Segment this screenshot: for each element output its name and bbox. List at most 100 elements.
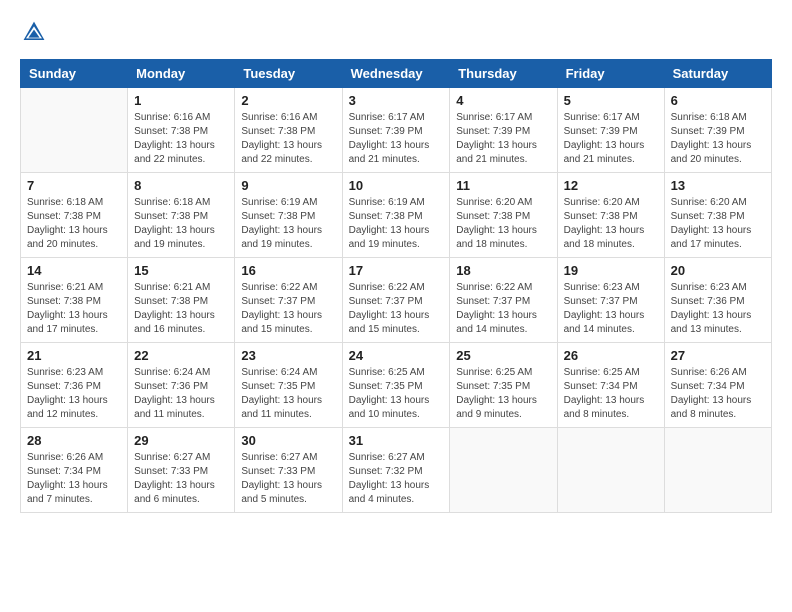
day-info: Sunrise: 6:20 AMSunset: 7:38 PMDaylight:… <box>564 196 658 252</box>
calendar-cell: 17 Sunrise: 6:22 AMSunset: 7:37 PMDayligh… <box>342 258 450 343</box>
day-number: 8 <box>134 178 228 193</box>
calendar-cell: 8 Sunrise: 6:18 AMSunset: 7:38 PMDaylight… <box>128 173 235 258</box>
day-number: 12 <box>564 178 658 193</box>
calendar-cell: 6 Sunrise: 6:18 AMSunset: 7:39 PMDaylight… <box>664 88 771 173</box>
day-info: Sunrise: 6:23 AMSunset: 7:36 PMDaylight:… <box>27 366 121 422</box>
day-number: 29 <box>134 433 228 448</box>
day-number: 14 <box>27 263 121 278</box>
day-number: 3 <box>349 93 444 108</box>
day-info: Sunrise: 6:27 AMSunset: 7:32 PMDaylight:… <box>349 451 444 507</box>
page-header <box>20 20 772 49</box>
calendar-header-saturday: Saturday <box>664 60 771 88</box>
day-info: Sunrise: 6:17 AMSunset: 7:39 PMDaylight:… <box>564 111 658 167</box>
calendar-cell: 24 Sunrise: 6:25 AMSunset: 7:35 PMDayligh… <box>342 343 450 428</box>
day-info: Sunrise: 6:18 AMSunset: 7:39 PMDaylight:… <box>671 111 765 167</box>
calendar-cell: 14 Sunrise: 6:21 AMSunset: 7:38 PMDayligh… <box>21 258 128 343</box>
day-number: 31 <box>349 433 444 448</box>
day-info: Sunrise: 6:26 AMSunset: 7:34 PMDaylight:… <box>27 451 121 507</box>
day-number: 13 <box>671 178 765 193</box>
calendar-table: SundayMondayTuesdayWednesdayThursdayFrid… <box>20 59 772 513</box>
calendar-cell: 18 Sunrise: 6:22 AMSunset: 7:37 PMDayligh… <box>450 258 557 343</box>
calendar-cell: 21Sunrise: 6:23 AMSunset: 7:36 PMDayligh… <box>21 343 128 428</box>
day-number: 15 <box>134 263 228 278</box>
day-number: 19 <box>564 263 658 278</box>
day-info: Sunrise: 6:23 AMSunset: 7:36 PMDaylight:… <box>671 281 765 337</box>
day-number: 18 <box>456 263 550 278</box>
calendar-cell: 4Sunrise: 6:17 AMSunset: 7:39 PMDaylight… <box>450 88 557 173</box>
day-number: 5 <box>564 93 658 108</box>
day-info: Sunrise: 6:25 AMSunset: 7:35 PMDaylight:… <box>349 366 444 422</box>
day-number: 22 <box>134 348 228 363</box>
day-info: Sunrise: 6:19 AMSunset: 7:38 PMDaylight:… <box>241 196 335 252</box>
calendar-cell: 13 Sunrise: 6:20 AMSunset: 7:38 PMDayligh… <box>664 173 771 258</box>
calendar-cell: 31 Sunrise: 6:27 AMSunset: 7:32 PMDayligh… <box>342 428 450 513</box>
calendar-cell: 20 Sunrise: 6:23 AMSunset: 7:36 PMDayligh… <box>664 258 771 343</box>
logo-icon <box>22 20 46 44</box>
calendar-header-wednesday: Wednesday <box>342 60 450 88</box>
calendar-cell: 27 Sunrise: 6:26 AMSunset: 7:34 PMDayligh… <box>664 343 771 428</box>
day-number: 16 <box>241 263 335 278</box>
calendar-cell <box>450 428 557 513</box>
day-number: 25 <box>456 348 550 363</box>
calendar-cell <box>557 428 664 513</box>
calendar-cell: 23Sunrise: 6:24 AMSunset: 7:35 PMDayligh… <box>235 343 342 428</box>
day-number: 2 <box>241 93 335 108</box>
day-number: 24 <box>349 348 444 363</box>
day-number: 7 <box>27 178 121 193</box>
calendar-cell: 15 Sunrise: 6:21 AMSunset: 7:38 PMDayligh… <box>128 258 235 343</box>
day-info: Sunrise: 6:17 AMSunset: 7:39 PMDaylight:… <box>349 111 444 167</box>
calendar-header-thursday: Thursday <box>450 60 557 88</box>
calendar-cell: 3 Sunrise: 6:17 AMSunset: 7:39 PMDaylight… <box>342 88 450 173</box>
calendar-cell: 1Sunrise: 6:16 AMSunset: 7:38 PMDaylight… <box>128 88 235 173</box>
day-info: Sunrise: 6:27 AMSunset: 7:33 PMDaylight:… <box>241 451 335 507</box>
calendar-cell: 25Sunrise: 6:25 AMSunset: 7:35 PMDayligh… <box>450 343 557 428</box>
day-number: 20 <box>671 263 765 278</box>
calendar-cell: 30 Sunrise: 6:27 AMSunset: 7:33 PMDayligh… <box>235 428 342 513</box>
calendar-header-sunday: Sunday <box>21 60 128 88</box>
calendar-week-row: 1Sunrise: 6:16 AMSunset: 7:38 PMDaylight… <box>21 88 772 173</box>
day-info: Sunrise: 6:21 AMSunset: 7:38 PMDaylight:… <box>27 281 121 337</box>
day-info: Sunrise: 6:16 AMSunset: 7:38 PMDaylight:… <box>241 111 335 167</box>
calendar-header-tuesday: Tuesday <box>235 60 342 88</box>
day-number: 6 <box>671 93 765 108</box>
day-number: 9 <box>241 178 335 193</box>
day-info: Sunrise: 6:22 AMSunset: 7:37 PMDaylight:… <box>456 281 550 337</box>
day-info: Sunrise: 6:24 AMSunset: 7:36 PMDaylight:… <box>134 366 228 422</box>
day-info: Sunrise: 6:20 AMSunset: 7:38 PMDaylight:… <box>456 196 550 252</box>
calendar-cell: 26Sunrise: 6:25 AMSunset: 7:34 PMDayligh… <box>557 343 664 428</box>
day-info: Sunrise: 6:22 AMSunset: 7:37 PMDaylight:… <box>349 281 444 337</box>
logo <box>20 20 48 49</box>
calendar-cell: 12 Sunrise: 6:20 AMSunset: 7:38 PMDayligh… <box>557 173 664 258</box>
day-info: Sunrise: 6:24 AMSunset: 7:35 PMDaylight:… <box>241 366 335 422</box>
day-info: Sunrise: 6:26 AMSunset: 7:34 PMDaylight:… <box>671 366 765 422</box>
calendar-cell: 22 Sunrise: 6:24 AMSunset: 7:36 PMDayligh… <box>128 343 235 428</box>
calendar-cell: 11 Sunrise: 6:20 AMSunset: 7:38 PMDayligh… <box>450 173 557 258</box>
calendar-cell: 5 Sunrise: 6:17 AMSunset: 7:39 PMDaylight… <box>557 88 664 173</box>
day-number: 10 <box>349 178 444 193</box>
day-info: Sunrise: 6:18 AMSunset: 7:38 PMDaylight:… <box>134 196 228 252</box>
day-info: Sunrise: 6:21 AMSunset: 7:38 PMDaylight:… <box>134 281 228 337</box>
calendar-header-friday: Friday <box>557 60 664 88</box>
day-info: Sunrise: 6:22 AMSunset: 7:37 PMDaylight:… <box>241 281 335 337</box>
day-info: Sunrise: 6:16 AMSunset: 7:38 PMDaylight:… <box>134 111 228 167</box>
day-number: 30 <box>241 433 335 448</box>
calendar-cell: 9 Sunrise: 6:19 AMSunset: 7:38 PMDaylight… <box>235 173 342 258</box>
day-info: Sunrise: 6:19 AMSunset: 7:38 PMDaylight:… <box>349 196 444 252</box>
calendar-cell <box>664 428 771 513</box>
calendar-cell: 10 Sunrise: 6:19 AMSunset: 7:38 PMDayligh… <box>342 173 450 258</box>
day-info: Sunrise: 6:18 AMSunset: 7:38 PMDaylight:… <box>27 196 121 252</box>
calendar-cell: 28 Sunrise: 6:26 AMSunset: 7:34 PMDayligh… <box>21 428 128 513</box>
calendar-week-row: 7 Sunrise: 6:18 AMSunset: 7:38 PMDaylight… <box>21 173 772 258</box>
calendar-week-row: 21Sunrise: 6:23 AMSunset: 7:36 PMDayligh… <box>21 343 772 428</box>
day-number: 27 <box>671 348 765 363</box>
day-info: Sunrise: 6:23 AMSunset: 7:37 PMDaylight:… <box>564 281 658 337</box>
calendar-week-row: 14 Sunrise: 6:21 AMSunset: 7:38 PMDayligh… <box>21 258 772 343</box>
day-number: 17 <box>349 263 444 278</box>
day-number: 28 <box>27 433 121 448</box>
day-number: 11 <box>456 178 550 193</box>
calendar-week-row: 28 Sunrise: 6:26 AMSunset: 7:34 PMDayligh… <box>21 428 772 513</box>
day-number: 26 <box>564 348 658 363</box>
day-info: Sunrise: 6:17 AMSunset: 7:39 PMDaylight:… <box>456 111 550 167</box>
calendar-cell: 7 Sunrise: 6:18 AMSunset: 7:38 PMDaylight… <box>21 173 128 258</box>
day-info: Sunrise: 6:20 AMSunset: 7:38 PMDaylight:… <box>671 196 765 252</box>
